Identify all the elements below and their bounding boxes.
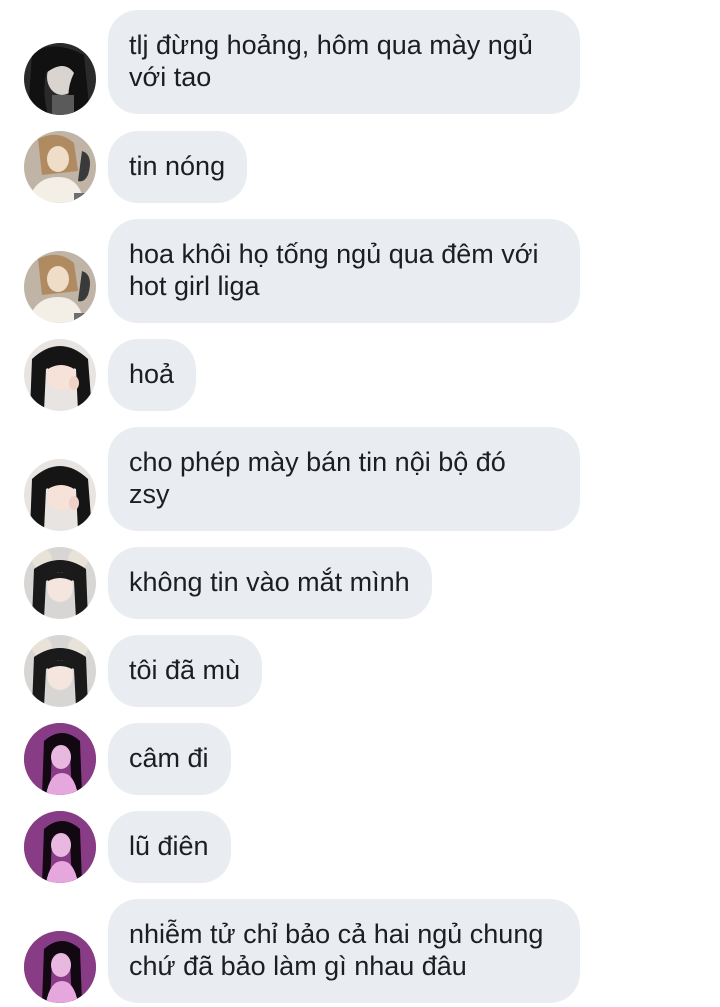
message-text: hot girl liga xyxy=(129,271,260,301)
purple-light-girl-avatar-icon[interactable] xyxy=(24,811,96,883)
dark-hair-avatar-icon[interactable] xyxy=(24,43,96,115)
bear-ears-girl-avatar-icon[interactable] xyxy=(24,635,96,707)
message-bubble[interactable]: hoả xyxy=(108,339,197,411)
message-text: lũ điên xyxy=(129,831,209,861)
message-bubble[interactable]: cho phép mày bán tin nội bộ đó zsy xyxy=(108,427,580,531)
purple-light-girl-avatar-icon[interactable] xyxy=(24,931,96,1003)
bear-ears-girl-avatar-icon[interactable] xyxy=(24,547,96,619)
message-text: với tao xyxy=(129,62,212,92)
chat-thread: tlj đừng hoảng, hôm qua mày ngủ với tao … xyxy=(0,0,720,1007)
message-bubble[interactable]: câm đi xyxy=(108,723,231,795)
message-bubble[interactable]: tlj đừng hoảng, hôm qua mày ngủ với tao xyxy=(108,10,580,114)
message-text: tôi đã mù xyxy=(129,655,241,685)
blonde-girl-avatar-icon[interactable] xyxy=(24,251,96,323)
message-bubble[interactable]: lũ điên xyxy=(108,811,231,883)
message-bubble[interactable]: tin nóng xyxy=(108,131,248,203)
purple-light-girl-avatar-icon[interactable] xyxy=(24,723,96,795)
message-text: zsy xyxy=(129,479,170,509)
message-text: tlj đừng hoảng, hôm qua mày ngủ xyxy=(129,30,533,60)
message-text: câm đi xyxy=(129,743,209,773)
message-text: không tin vào mắt mình xyxy=(129,567,410,597)
black-hair-girl-avatar-icon[interactable] xyxy=(24,339,96,411)
message-text: hoa khôi họ tống ngủ qua đêm với xyxy=(129,239,539,269)
message-text: nhiễm tử chỉ bảo cả hai ngủ chung xyxy=(129,919,544,949)
message-bubble[interactable]: không tin vào mắt mình xyxy=(108,547,432,619)
blonde-girl-avatar-icon[interactable] xyxy=(24,131,96,203)
message-bubble[interactable]: hoa khôi họ tống ngủ qua đêm với hot gir… xyxy=(108,219,580,323)
message-text: hoả xyxy=(129,359,175,389)
black-hair-girl-avatar-icon[interactable] xyxy=(24,459,96,531)
message-bubble[interactable]: nhiễm tử chỉ bảo cả hai ngủ chung chứ đã… xyxy=(108,899,580,1003)
message-text: cho phép mày bán tin nội bộ đó xyxy=(129,447,506,477)
message-text: tin nóng xyxy=(129,151,226,181)
message-text: chứ đã bảo làm gì nhau đâu xyxy=(129,951,467,981)
message-bubble[interactable]: tôi đã mù xyxy=(108,635,263,707)
